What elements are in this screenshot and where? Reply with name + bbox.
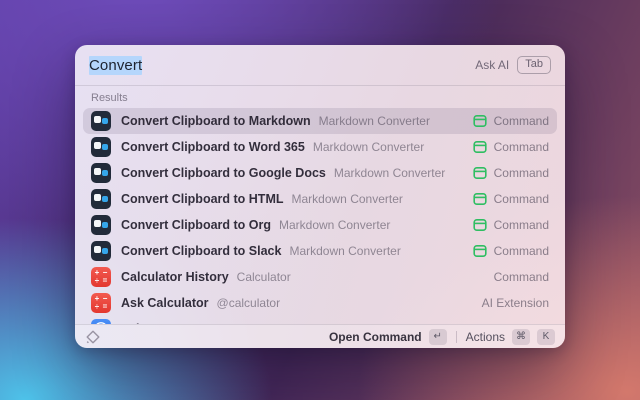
item-title: Convert Clipboard to Org bbox=[121, 218, 271, 232]
item-accessory: Command bbox=[494, 192, 549, 206]
tab-key-badge: Tab bbox=[517, 56, 551, 74]
list-item[interactable]: +−÷= VoiceOver Accessibility System Sett… bbox=[83, 316, 557, 324]
command-window-icon bbox=[473, 244, 487, 258]
item-subtitle: Markdown Converter bbox=[334, 166, 445, 180]
list-item[interactable]: +−÷= Convert Clipboard to Google Docs Ma… bbox=[83, 160, 557, 186]
command-palette-window: Convert Ask AI Tab Results +−÷= bbox=[75, 45, 565, 348]
command-window-icon bbox=[473, 166, 487, 180]
raycast-logo-icon bbox=[85, 329, 101, 345]
item-accessory: Command bbox=[494, 166, 549, 180]
return-key-icon: ↵ bbox=[429, 329, 447, 345]
command-window-icon bbox=[473, 140, 487, 154]
markdown-converter-icon bbox=[91, 241, 111, 261]
item-accessory: Command bbox=[494, 140, 549, 154]
list-item[interactable]: +−÷= Convert Clipboard to Slack Markdown… bbox=[83, 238, 557, 264]
item-title: Convert Clipboard to Markdown bbox=[121, 114, 311, 128]
item-accessory: AI Extension bbox=[482, 296, 549, 310]
list-item[interactable]: +−÷= Calculator History Calculator Comma… bbox=[83, 264, 557, 290]
item-title: Calculator History bbox=[121, 270, 229, 284]
markdown-converter-icon bbox=[91, 215, 111, 235]
item-accessory: Command bbox=[494, 218, 549, 232]
search-input-selected-text: Convert bbox=[89, 56, 142, 75]
accessibility-icon bbox=[91, 319, 111, 324]
calculator-icon: +−÷= bbox=[91, 267, 111, 287]
command-window-icon bbox=[473, 192, 487, 206]
results-section-header: Results bbox=[75, 86, 565, 106]
results-list: +−÷= Convert Clipboard to Markdown Markd… bbox=[75, 106, 565, 324]
item-subtitle: Markdown Converter bbox=[313, 140, 424, 154]
search-input[interactable]: Convert bbox=[89, 57, 142, 74]
list-item[interactable]: +−÷= Convert Clipboard to Word 365 Markd… bbox=[83, 134, 557, 160]
item-title: Ask Calculator bbox=[121, 296, 209, 310]
item-subtitle: Markdown Converter bbox=[279, 218, 390, 232]
item-accessory: Command bbox=[494, 114, 549, 128]
item-subtitle: Markdown Converter bbox=[289, 244, 400, 258]
item-title: Convert Clipboard to Slack bbox=[121, 244, 281, 258]
item-subtitle: Markdown Converter bbox=[292, 192, 403, 206]
item-title: Convert Clipboard to HTML bbox=[121, 192, 284, 206]
command-window-icon bbox=[473, 114, 487, 128]
cmd-key-badge: ⌘ bbox=[512, 329, 530, 345]
item-subtitle: @calculator bbox=[217, 296, 281, 310]
item-title: Convert Clipboard to Google Docs bbox=[121, 166, 326, 180]
actions-button[interactable]: Actions bbox=[466, 330, 505, 344]
ask-ai-button[interactable]: Ask AI bbox=[475, 58, 509, 72]
markdown-converter-icon bbox=[91, 111, 111, 131]
markdown-converter-icon bbox=[91, 137, 111, 157]
list-item[interactable]: +−÷= Convert Clipboard to Org Markdown C… bbox=[83, 212, 557, 238]
footer-bar: Open Command ↵ Actions ⌘ K bbox=[75, 324, 565, 348]
item-subtitle: Calculator bbox=[237, 270, 291, 284]
item-accessory: Command bbox=[494, 244, 549, 258]
item-accessory: Command bbox=[494, 270, 549, 284]
list-item[interactable]: +−÷= Convert Clipboard to HTML Markdown … bbox=[83, 186, 557, 212]
command-window-icon bbox=[473, 218, 487, 232]
desktop: { "window_name": "Raycast command palett… bbox=[0, 0, 640, 400]
list-item[interactable]: +−÷= Ask Calculator @calculator AI Exten… bbox=[83, 290, 557, 316]
item-title: Convert Clipboard to Word 365 bbox=[121, 140, 305, 154]
list-item[interactable]: +−÷= Convert Clipboard to Markdown Markd… bbox=[83, 108, 557, 134]
search-bar: Convert Ask AI Tab bbox=[75, 45, 565, 85]
item-subtitle: Markdown Converter bbox=[319, 114, 430, 128]
k-key-badge: K bbox=[537, 329, 555, 345]
footer-divider bbox=[456, 331, 457, 343]
open-command-button[interactable]: Open Command bbox=[329, 330, 422, 344]
markdown-converter-icon bbox=[91, 189, 111, 209]
markdown-converter-icon bbox=[91, 163, 111, 183]
calculator-icon: +−÷= bbox=[91, 293, 111, 313]
